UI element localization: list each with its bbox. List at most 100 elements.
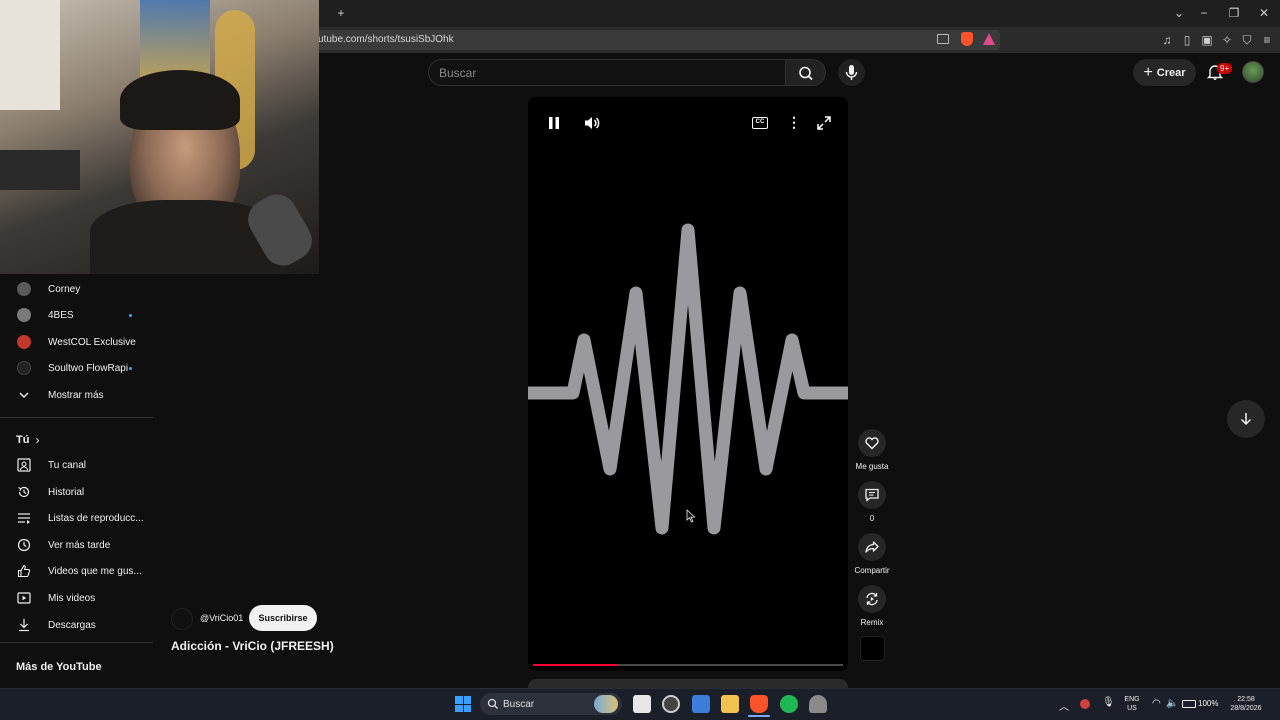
microphone-app-icon[interactable]	[809, 695, 827, 713]
battery-icon[interactable]	[1182, 700, 1196, 708]
playlists-icon	[0, 511, 48, 525]
fullscreen-button[interactable]	[816, 115, 832, 136]
clock[interactable]: 22:58 28/8/2026	[1222, 695, 1270, 713]
volume-button[interactable]	[583, 115, 601, 134]
file-explorer-icon[interactable]	[721, 695, 739, 713]
channel-avatar	[17, 361, 31, 375]
sidebar-item-liked-videos[interactable]: Videos que me gus...	[0, 558, 153, 584]
sidebar-channel-westcol[interactable]: WestCOL Exclusive	[0, 329, 153, 355]
shorts-player[interactable]: CC ⋮	[528, 97, 848, 671]
cast-icon[interactable]	[937, 34, 949, 44]
sidebar-item-label: Descargas	[48, 619, 96, 631]
watch-later-icon	[0, 538, 48, 552]
sidebar-item-my-videos[interactable]: Mis videos	[0, 585, 153, 611]
chevron-down-icon	[0, 389, 48, 401]
wallet-icon[interactable]: ▣	[1199, 33, 1215, 47]
url-text: utube.com/shorts/tsusiSbJOhk	[318, 34, 454, 45]
remix-label: Remix	[860, 618, 884, 627]
you-heading-label: Tú	[16, 434, 30, 446]
sidebar-channel-soultwo[interactable]: Soultwo FlowRapi	[0, 355, 153, 381]
close-window-button[interactable]: ✕	[1256, 6, 1272, 20]
notifications-badge: 9+	[1217, 63, 1233, 74]
sidebar-item-downloads[interactable]: Descargas	[0, 612, 153, 638]
audio-thumbnail[interactable]	[860, 636, 885, 661]
sidebar-channel-label: Corney	[48, 283, 81, 295]
share-label: Compartir	[854, 566, 890, 575]
sidebar-item-watch-later[interactable]: Ver más tarde	[0, 532, 153, 558]
voice-search-button[interactable]	[838, 59, 865, 86]
search-icon	[799, 66, 813, 81]
sidebar-item-history[interactable]: Historial	[0, 479, 153, 505]
channel-avatar	[17, 335, 31, 349]
like-button[interactable]	[858, 429, 886, 457]
wifi-icon[interactable]: ◠	[1152, 698, 1161, 709]
create-button[interactable]: + Crear	[1133, 59, 1196, 86]
waveform-visual	[528, 223, 848, 535]
sidebar-show-more[interactable]: Mostrar más	[0, 382, 153, 408]
new-content-dot	[129, 313, 132, 317]
search-button[interactable]	[786, 59, 826, 86]
leo-ai-icon[interactable]: ✧	[1219, 33, 1235, 47]
search-input[interactable]	[428, 59, 786, 86]
brave-shield-icon[interactable]	[961, 32, 973, 46]
tray-mic-icon[interactable]: 🎙	[1102, 697, 1115, 708]
comments-count: 0	[869, 514, 875, 523]
my-videos-icon	[0, 591, 48, 605]
history-icon	[0, 485, 48, 499]
tray-app-icon[interactable]	[1080, 699, 1090, 709]
clock-date: 28/8/2026	[1230, 705, 1262, 712]
create-label: Crear	[1156, 66, 1186, 79]
captions-button[interactable]: CC	[752, 117, 768, 129]
share-button[interactable]	[858, 533, 886, 561]
minimize-button[interactable]: −	[1196, 6, 1212, 20]
taskbar-search-label: Buscar	[503, 699, 535, 710]
store-icon[interactable]	[692, 695, 710, 713]
sidebar-item-your-channel[interactable]: Tu canal	[0, 452, 153, 478]
pause-button[interactable]	[546, 115, 562, 134]
monitor	[0, 150, 80, 190]
progress-fill	[533, 664, 617, 666]
active-app-indicator	[748, 715, 770, 717]
maximize-button[interactable]: ❐	[1226, 6, 1242, 20]
download-icon	[0, 618, 48, 632]
new-tab-button[interactable]: +	[333, 6, 349, 20]
more-vertical-icon: ⋮	[787, 114, 801, 130]
chevron-right-icon: ›	[35, 433, 40, 447]
new-content-dot	[129, 366, 132, 370]
menu-icon[interactable]: ≡	[1259, 33, 1275, 47]
sidebar-item-playlists[interactable]: Listas de reproducc...	[0, 505, 153, 531]
vpn-icon[interactable]: ⛉	[1239, 33, 1255, 47]
sidebar-channel-label: 4BES	[48, 309, 74, 321]
channel-avatar[interactable]	[171, 608, 193, 630]
show-more-label: Mostrar más	[48, 389, 104, 401]
speaker-icon[interactable]: 🔈	[1166, 698, 1178, 709]
brave-browser-icon[interactable]	[750, 695, 768, 713]
media-icon[interactable]: ♫	[1159, 33, 1175, 47]
task-view-icon[interactable]	[633, 695, 651, 713]
account-avatar[interactable]	[1242, 61, 1264, 83]
remix-button[interactable]	[858, 585, 886, 613]
more-options-button[interactable]: ⋮	[787, 114, 801, 130]
search-highlight-icon	[594, 695, 618, 713]
sidebar-channel-label: WestCOL Exclusive	[48, 336, 136, 348]
tray-overflow-icon[interactable]: ︿	[1059, 698, 1069, 713]
sidebar-you-heading[interactable]: Tú ›	[16, 433, 39, 447]
comments-button[interactable]	[858, 481, 886, 509]
next-short-button[interactable]	[1227, 400, 1265, 438]
windows-start-icon[interactable]	[455, 696, 471, 712]
channel-handle[interactable]: @VriCio01	[200, 613, 243, 623]
webcam-overlay	[0, 0, 319, 274]
language-indicator[interactable]: ENG US	[1120, 695, 1144, 713]
subscribe-button[interactable]: Suscribirse	[249, 605, 317, 631]
sidebar-more-heading: Más de YouTube	[16, 661, 102, 673]
sidebar-toggle-icon[interactable]: ▯	[1179, 33, 1195, 47]
video-title: Adicción - VriCio (JFREESH)	[171, 639, 334, 653]
sidebar-channel-4bes[interactable]: 4BES	[0, 302, 153, 328]
brave-rewards-icon[interactable]	[983, 33, 995, 45]
tab-list-chevron-icon[interactable]: ⌄	[1171, 6, 1187, 20]
spotify-icon[interactable]	[780, 695, 798, 713]
app-icon[interactable]	[662, 695, 680, 713]
thumbs-up-icon	[0, 564, 48, 578]
sidebar-divider	[0, 642, 153, 643]
sidebar-channel-corney[interactable]: Corney	[0, 276, 153, 302]
